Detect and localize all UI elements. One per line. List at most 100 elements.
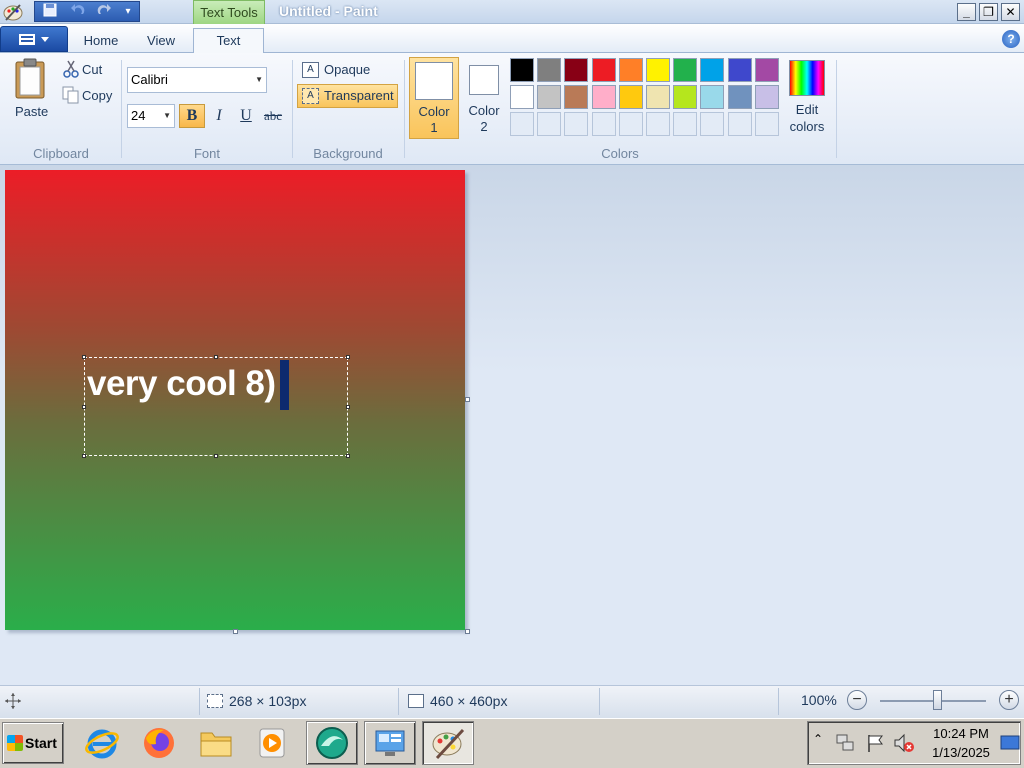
palette-color-swatch[interactable] (537, 58, 562, 82)
taskbar-paint[interactable] (422, 721, 474, 765)
palette-custom-slot[interactable] (510, 112, 534, 136)
palette-color-swatch[interactable] (727, 85, 752, 109)
textbox-handle[interactable] (82, 405, 86, 409)
font-family-value: Calibri (131, 72, 168, 87)
zoom-level: 100% (801, 692, 837, 708)
palette-custom-slot[interactable] (673, 112, 698, 136)
cut-label: Cut (82, 62, 103, 77)
palette-color-swatch[interactable] (673, 58, 698, 82)
palette-custom-slot[interactable] (618, 112, 643, 136)
cut-button[interactable]: Cut (60, 60, 110, 80)
taskbar-media-player[interactable] (246, 721, 298, 765)
undo-icon[interactable] (68, 3, 88, 20)
palette-color-swatch[interactable] (564, 85, 589, 109)
textbox-handle[interactable] (346, 454, 350, 458)
palette-color-swatch[interactable] (564, 58, 589, 82)
tray-expand-icon[interactable]: ⌃ (813, 732, 823, 746)
palette-color-swatch[interactable] (537, 85, 562, 109)
action-center-flag-icon[interactable] (864, 732, 886, 754)
volume-muted-icon[interactable] (892, 732, 916, 754)
minimize-button[interactable]: _ (957, 3, 976, 21)
palette-color-swatch[interactable] (591, 85, 616, 109)
textbox-handle[interactable] (346, 355, 350, 359)
palette-color-swatch[interactable] (673, 85, 698, 109)
taskbar-firefox[interactable] (133, 721, 185, 765)
tab-text[interactable]: Text (193, 28, 264, 54)
underline-button[interactable]: U (233, 104, 259, 128)
canvas-size-icon (408, 694, 424, 708)
font-family-select[interactable]: Calibri ▼ (127, 67, 267, 93)
color2-button[interactable]: Color 2 (461, 57, 507, 139)
paint-app-icon[interactable] (2, 2, 24, 22)
scissors-icon (63, 60, 79, 78)
palette-color-swatch[interactable] (754, 58, 779, 82)
zoom-in-button[interactable]: + (999, 690, 1019, 710)
strikethrough-button[interactable]: abc (260, 104, 286, 128)
save-icon[interactable] (40, 3, 60, 20)
customize-toolbar-icon[interactable]: ▾ (118, 3, 138, 20)
tab-home[interactable]: Home (72, 30, 130, 53)
palette-color-swatch[interactable] (754, 85, 779, 109)
textbox-handle[interactable] (214, 454, 218, 458)
taskbar-file-explorer[interactable] (190, 721, 242, 765)
textbox-handle[interactable] (82, 355, 86, 359)
palette-color-swatch[interactable] (510, 58, 534, 82)
textbox-handle[interactable] (346, 405, 350, 409)
palette-custom-slot[interactable] (700, 112, 725, 136)
copy-button[interactable]: Copy (60, 86, 114, 106)
palette-color-swatch[interactable] (591, 58, 616, 82)
canvas-size-cell: 460 × 460px (400, 688, 600, 715)
transparent-icon: A (302, 88, 319, 104)
textbox-handle[interactable] (82, 454, 86, 458)
palette-custom-slot[interactable] (537, 112, 562, 136)
help-icon[interactable]: ? (1002, 30, 1020, 48)
font-size-select[interactable]: 24 ▼ (127, 104, 175, 128)
palette-custom-slot[interactable] (754, 112, 779, 136)
canvas-resize-handle-right[interactable] (465, 397, 470, 402)
redo-icon[interactable] (94, 3, 114, 20)
color1-button[interactable]: Color 1 (409, 57, 459, 139)
file-size-cell (601, 688, 779, 715)
palette-color-swatch[interactable] (618, 85, 643, 109)
zoom-out-button[interactable]: − (847, 690, 867, 710)
palette-color-swatch[interactable] (727, 58, 752, 82)
textbox-handle[interactable] (214, 355, 218, 359)
restore-button[interactable]: ❐ (979, 3, 998, 21)
taskbar-internet-explorer[interactable] (76, 721, 128, 765)
taskbar-clock[interactable]: 10:24 PM 1/13/2025 (924, 724, 998, 762)
palette-custom-slot[interactable] (646, 112, 670, 136)
palette-color-swatch[interactable] (646, 58, 670, 82)
show-desktop-icon[interactable] (1000, 734, 1020, 752)
palette-color-swatch[interactable] (510, 85, 534, 109)
windows-logo-icon (7, 735, 23, 751)
palette-color-swatch[interactable] (700, 58, 725, 82)
zoom-slider-thumb[interactable] (933, 690, 942, 710)
paint-menu-button[interactable] (0, 26, 68, 52)
palette-color-swatch[interactable] (618, 58, 643, 82)
opaque-option[interactable]: A Opaque (298, 59, 398, 83)
network-icon[interactable] (834, 732, 856, 754)
bold-button[interactable]: B (179, 104, 205, 128)
firefox-icon (144, 728, 174, 758)
transparent-option[interactable]: A Transparent (297, 84, 398, 108)
taskbar-app-teal[interactable] (306, 721, 358, 765)
canvas-resize-handle-corner[interactable] (465, 629, 470, 634)
paint-menu-icon (19, 34, 49, 45)
start-button[interactable]: Start (2, 722, 64, 764)
edit-colors-button[interactable]: Edit colors (786, 58, 828, 140)
remote-desktop-icon (375, 730, 405, 756)
paste-button[interactable]: Paste (8, 58, 54, 124)
canvas-text-content[interactable]: very cool 8) (87, 364, 276, 404)
tab-view[interactable]: View (134, 30, 188, 53)
close-button[interactable]: ✕ (1001, 3, 1020, 21)
palette-custom-slot[interactable] (591, 112, 616, 136)
palette-custom-slot[interactable] (727, 112, 752, 136)
folder-icon (200, 732, 232, 757)
palette-color-swatch[interactable] (700, 85, 725, 109)
palette-custom-slot[interactable] (564, 112, 589, 136)
palette-color-swatch[interactable] (646, 85, 670, 109)
taskbar-remote-desktop[interactable] (364, 721, 416, 765)
canvas-resize-handle-bottom[interactable] (233, 629, 238, 634)
clipboard-icon (15, 58, 45, 99)
italic-button[interactable]: I (206, 104, 232, 128)
